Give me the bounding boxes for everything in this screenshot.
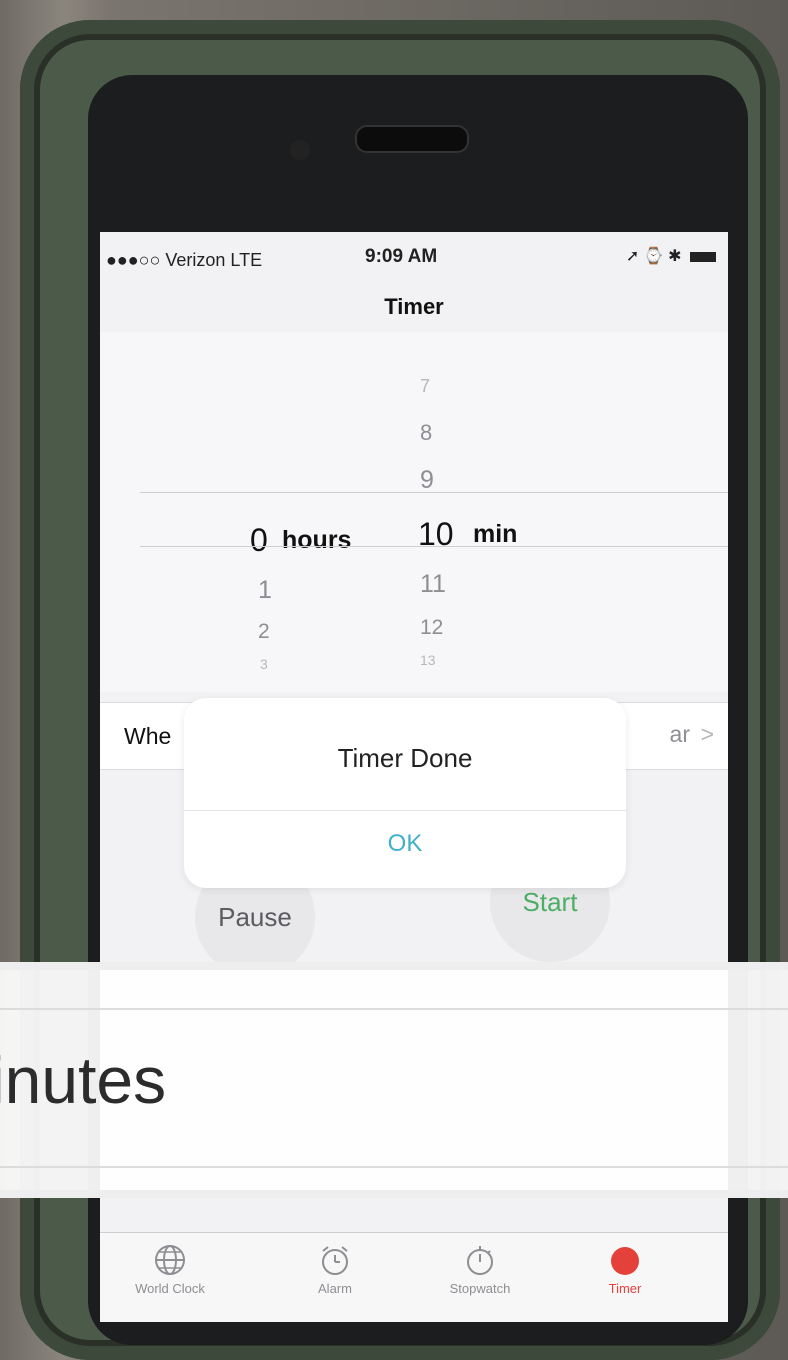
- tab-alarm[interactable]: Alarm: [265, 1243, 405, 1296]
- status-bar: ●●●○○ Verizon LTE 9:09 AM ➚ ⌚ ✱: [100, 232, 728, 282]
- battery-icon: [690, 251, 716, 262]
- tab-timer[interactable]: Timer: [555, 1243, 695, 1296]
- caption-text: inutes: [0, 1043, 167, 1117]
- status-time: 9:09 AM: [365, 246, 438, 267]
- minute-option[interactable]: 7: [420, 376, 430, 397]
- hours-selected[interactable]: 0: [250, 522, 268, 559]
- tab-stopwatch[interactable]: Stopwatch: [410, 1243, 550, 1296]
- tab-bar: World Clock Alarm Stopwatch Timer: [100, 1232, 728, 1322]
- status-icons: ➚ ⌚ ✱: [626, 246, 716, 266]
- minute-option[interactable]: 11: [420, 570, 446, 599]
- minute-option[interactable]: 13: [420, 652, 436, 668]
- nav-bar: Timer: [100, 282, 728, 333]
- caption-rule: [0, 1166, 788, 1168]
- tab-label: Stopwatch: [449, 1281, 511, 1296]
- when-row-label: Whe: [124, 723, 172, 749]
- minute-option[interactable]: 9: [420, 466, 434, 495]
- timer-picker[interactable]: 7 8 9 0 hours 10 min 1 2 3 11 12 13: [100, 332, 728, 692]
- tab-label: Alarm: [318, 1281, 352, 1296]
- status-icons-glyphs: ➚ ⌚ ✱: [625, 248, 682, 265]
- caption-rule: [0, 1008, 788, 1010]
- speaker-grille: [355, 125, 469, 153]
- when-row-value: ar: [669, 721, 690, 747]
- tab-world-clock[interactable]: World Clock: [100, 1243, 240, 1296]
- chevron-right-icon: >: [700, 721, 714, 747]
- caption-overlay: inutes: [0, 962, 788, 1198]
- page-title: Timer: [384, 294, 444, 319]
- front-camera: [290, 140, 310, 160]
- stopwatch-icon: [410, 1243, 550, 1281]
- carrier-label: ●●●○○ Verizon LTE: [106, 250, 263, 270]
- picker-selection-line: [140, 546, 728, 547]
- minutes-selected[interactable]: 10: [418, 516, 454, 553]
- hour-option[interactable]: 3: [260, 656, 268, 672]
- hours-unit-label: hours: [282, 526, 352, 554]
- minutes-unit-label: min: [473, 520, 518, 548]
- timer-icon: [555, 1243, 695, 1281]
- hour-option[interactable]: 1: [258, 576, 272, 605]
- minute-option[interactable]: 12: [420, 616, 443, 640]
- alert-title: Timer Done: [337, 743, 473, 773]
- globe-icon: [100, 1243, 240, 1281]
- alert-divider: [184, 810, 626, 811]
- timer-done-alert: Timer Done OK: [184, 698, 626, 888]
- picker-selection-line: [140, 492, 728, 493]
- hour-option[interactable]: 2: [258, 620, 270, 644]
- tab-label: Timer: [608, 1281, 642, 1296]
- ok-button[interactable]: OK: [184, 830, 626, 858]
- alarm-clock-icon: [265, 1243, 405, 1281]
- minute-option[interactable]: 8: [420, 420, 432, 446]
- tab-label: World Clock: [135, 1281, 205, 1296]
